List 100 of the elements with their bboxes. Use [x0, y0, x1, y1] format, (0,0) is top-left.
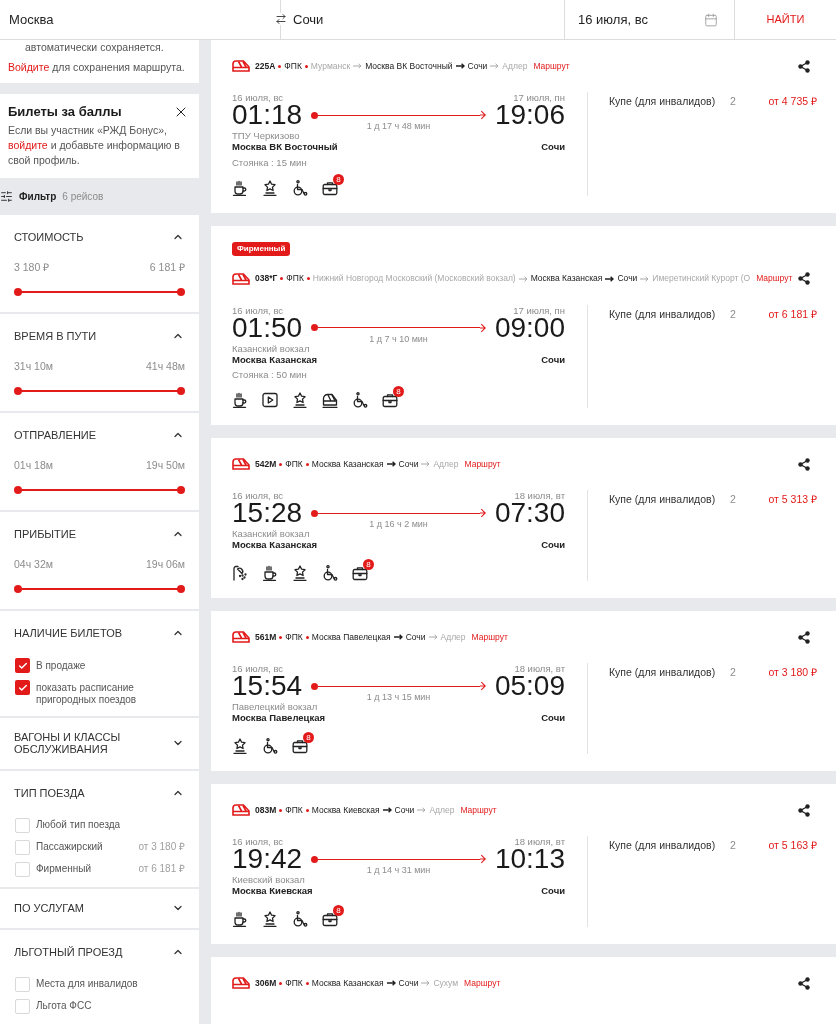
briefcase-icon [322, 179, 338, 196]
arrival-city: Сочи [541, 712, 565, 723]
slider-thumb[interactable] [14, 486, 22, 494]
range-slider[interactable] [14, 387, 185, 395]
train-logo-icon [232, 977, 250, 989]
route-link[interactable]: Маршрут [533, 59, 570, 73]
share-icon[interactable] [798, 803, 810, 817]
travel-duration: 1 д 17 ч 48 мин [366, 120, 431, 132]
route-link[interactable]: Маршрут [756, 272, 793, 285]
route-station: Сочи [617, 272, 638, 285]
option-label: Любой тип поезда [36, 818, 121, 831]
train-logo-icon [232, 60, 250, 72]
route-station: Имеретинский Курорт (О [652, 272, 751, 285]
seat-count: 2 [730, 838, 736, 852]
train-number: 225А [255, 59, 276, 73]
star-icon [262, 911, 278, 927]
login-link[interactable]: войдите [8, 139, 48, 151]
search-button[interactable]: НАЙТИ [735, 0, 836, 39]
star-icon [292, 565, 308, 581]
count-badge: 8 [393, 386, 404, 397]
section-header[interactable]: ОТПРАВЛЕНИЕ [14, 429, 185, 441]
carrier-name: ФПК [285, 457, 303, 471]
date-field[interactable]: 16 июля, вс [564, 0, 735, 39]
travel-duration: 1 д 13 ч 15 мин [366, 691, 431, 703]
route-link[interactable]: Маршрут [464, 976, 501, 990]
share-icon[interactable] [798, 976, 810, 990]
range-max-value: 6 181 ₽ [149, 260, 185, 274]
section-header[interactable]: ПО УСЛУГАМ [14, 901, 185, 914]
arrival-time: 09:00 [494, 314, 565, 341]
filter-icon[interactable] [0, 190, 13, 203]
swap-icon[interactable] [275, 13, 287, 25]
filter-label[interactable]: Фильтр [19, 189, 57, 204]
departure-city: Москва Павелецкая [232, 712, 325, 723]
slider-thumb[interactable] [14, 585, 22, 593]
to-field[interactable]: Сочи [281, 0, 564, 39]
briefcase-icon [382, 392, 398, 408]
arrow-icon [518, 275, 528, 282]
arrival-date: 18 июля, вт [514, 836, 565, 848]
count-badge: 8 [363, 559, 374, 570]
checkbox[interactable] [15, 658, 30, 673]
slider-thumb[interactable] [14, 288, 22, 296]
arrival-city: Сочи [541, 885, 565, 896]
route-station: Москва Казанская [311, 976, 384, 990]
check-icon [17, 660, 28, 671]
fare-price: от 5 163 ₽ [768, 838, 817, 852]
share-icon[interactable] [798, 272, 810, 285]
wheelchair-icon [262, 738, 278, 754]
count-badge: 8 [333, 173, 344, 185]
slider-thumb[interactable] [177, 585, 185, 593]
route-station: Сочи [405, 630, 426, 644]
arrow-icon [353, 63, 363, 69]
route-link[interactable]: Маршрут [460, 803, 497, 817]
share-icon[interactable] [798, 59, 810, 73]
checkbox[interactable] [15, 817, 30, 833]
train-logo-icon [232, 804, 250, 816]
arrival-time: 19:06 [494, 102, 565, 128]
route-station: Сочи [398, 457, 419, 471]
range-slider[interactable] [14, 288, 185, 296]
range-min-value: 31ч 10м [14, 359, 53, 373]
share-icon[interactable] [798, 630, 810, 644]
checkbox[interactable] [15, 861, 30, 877]
arrival-city: Сочи [541, 353, 565, 365]
checkbox[interactable] [15, 839, 30, 855]
car-class: Купе (для инвалидов) [609, 492, 717, 506]
section-header[interactable]: ВРЕМЯ В ПУТИ [14, 330, 185, 342]
share-icon[interactable] [798, 457, 810, 471]
route-station: Нижний Новгород Московский (Московский вокзал) [312, 272, 516, 285]
range-slider[interactable] [14, 486, 185, 494]
checkbox[interactable] [15, 680, 30, 695]
slider-thumb[interactable] [177, 486, 185, 494]
arrow-icon [421, 461, 431, 467]
arrival-city: Сочи [541, 141, 565, 152]
route-station: Москва Киевская [311, 803, 380, 817]
slider-thumb[interactable] [177, 387, 185, 395]
arrow-icon [455, 63, 465, 69]
wheelchair-icon [292, 179, 308, 196]
route-station: Адлер [433, 457, 459, 471]
range-max-value: 19ч 50м [146, 458, 185, 472]
route-link[interactable]: Маршрут [471, 630, 508, 644]
section-header[interactable]: ПРИБЫТИЕ [14, 528, 185, 540]
section-header[interactable]: ТИП ПОЕЗДА [14, 786, 185, 799]
route-link[interactable]: Маршрут [464, 457, 501, 471]
range-max-value: 41ч 48м [146, 359, 185, 373]
checkbox[interactable] [15, 998, 30, 1014]
range-slider[interactable] [14, 585, 185, 593]
section-header[interactable]: ВАГОНЫ И КЛАССЫ ОБСЛУЖИВАНИЯ [14, 730, 185, 755]
login-link[interactable]: Войдите [8, 61, 50, 73]
slider-thumb[interactable] [177, 288, 185, 296]
slider-thumb[interactable] [14, 387, 22, 395]
section-header[interactable]: НАЛИЧИЕ БИЛЕТОВ [14, 627, 185, 639]
car-class: Купе (для инвалидов) [609, 306, 717, 321]
section-header[interactable]: ЛЬГОТНЫЙ ПРОЕЗД [14, 945, 185, 958]
arrow-icon [386, 461, 396, 467]
bonus-title: Билеты за баллы [8, 103, 122, 121]
departure-city: Москва ВК Восточный [232, 141, 338, 152]
fare-price: от 3 180 ₽ [768, 665, 817, 679]
arrival-city: Сочи [541, 539, 565, 550]
checkbox[interactable] [15, 976, 30, 992]
route-station: Сухум [433, 976, 459, 990]
section-header[interactable]: СТОИМОСТЬ [14, 231, 185, 243]
